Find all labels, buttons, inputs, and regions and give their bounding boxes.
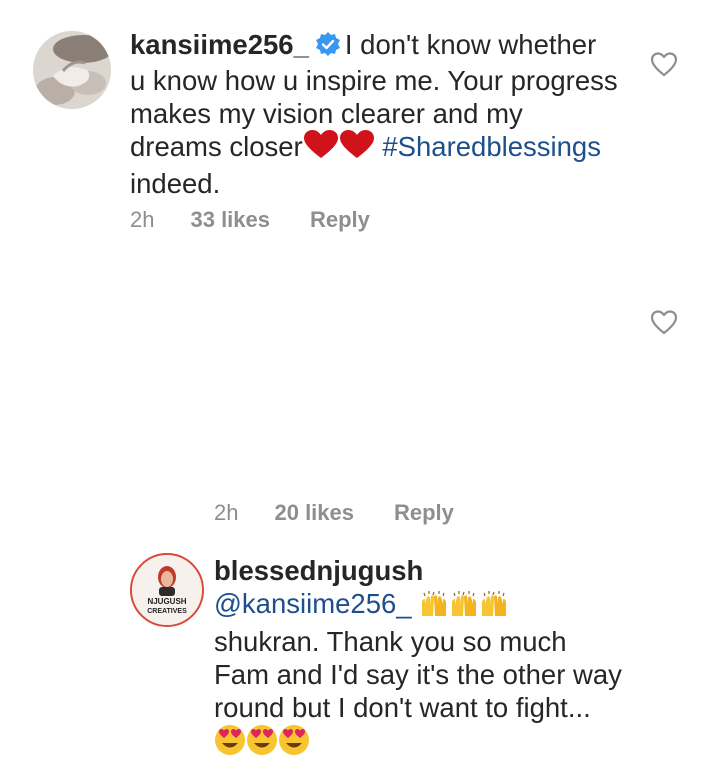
- avatar-photo: [33, 31, 111, 109]
- raising-hands-emoji-icon: [479, 590, 509, 625]
- comment-text: shukran. Thank you so much: [214, 626, 567, 657]
- comment-meta: 2h 33 likes Reply: [130, 207, 370, 233]
- reply-button[interactable]: Reply: [310, 207, 370, 233]
- comment-text: makes my vision clearer and my: [130, 98, 523, 129]
- heart-eyes-emoji-icon: [278, 724, 310, 763]
- comment-likes-count[interactable]: 20 likes: [274, 500, 354, 526]
- comment-username[interactable]: blessednjugush: [214, 555, 423, 586]
- comment-username[interactable]: kansiime256_: [130, 29, 309, 60]
- comment-text: u know how u inspire me. Your progress: [130, 65, 618, 96]
- comment-text: Fam and I'd say it's the other way: [214, 659, 622, 690]
- avatar-logo-text-bottom: CREATIVES: [147, 608, 187, 615]
- heart-eyes-emoji-icon: [246, 724, 278, 763]
- comment-body: kansiime256_ I don't know whether u know …: [130, 28, 630, 200]
- raising-hands-emoji-icon: [419, 590, 449, 625]
- reply-comment-item: NJUGUSH CREATIVES blessednjugush @kansii…: [0, 270, 720, 755]
- comment-text: I don't know whether: [344, 29, 597, 60]
- verified-badge-icon: [315, 31, 341, 64]
- comment-text: dreams closer: [130, 131, 303, 162]
- comment-text: round but I don't want to fight...: [214, 692, 591, 723]
- comment-body: blessednjugush @kansiime256_ shukran. Th…: [214, 554, 634, 763]
- hashtag-link[interactable]: #Sharedblessings: [382, 131, 601, 162]
- like-heart-icon[interactable]: [650, 309, 678, 337]
- comment-timestamp[interactable]: 2h: [214, 500, 238, 526]
- comment-likes-count[interactable]: 33 likes: [190, 207, 270, 233]
- comment-meta: 2h 20 likes Reply: [214, 500, 454, 526]
- like-heart-icon[interactable]: [650, 51, 678, 79]
- comment-text: indeed.: [130, 168, 221, 199]
- mention-link[interactable]: @kansiime256_: [214, 588, 412, 619]
- heart-emoji-icon: [339, 130, 375, 167]
- avatar[interactable]: NJUGUSH CREATIVES: [130, 553, 204, 627]
- comment-timestamp[interactable]: 2h: [130, 207, 154, 233]
- heart-eyes-emoji-icon: [214, 724, 246, 763]
- avatar[interactable]: [33, 31, 111, 109]
- avatar-logo: NJUGUSH CREATIVES: [132, 555, 202, 625]
- avatar-logo-text-top: NJUGUSH: [147, 597, 186, 606]
- heart-emoji-icon: [303, 130, 339, 167]
- reply-button[interactable]: Reply: [394, 500, 454, 526]
- raising-hands-emoji-icon: [449, 590, 479, 625]
- comment-item: kansiime256_ I don't know whether u know …: [0, 0, 720, 250]
